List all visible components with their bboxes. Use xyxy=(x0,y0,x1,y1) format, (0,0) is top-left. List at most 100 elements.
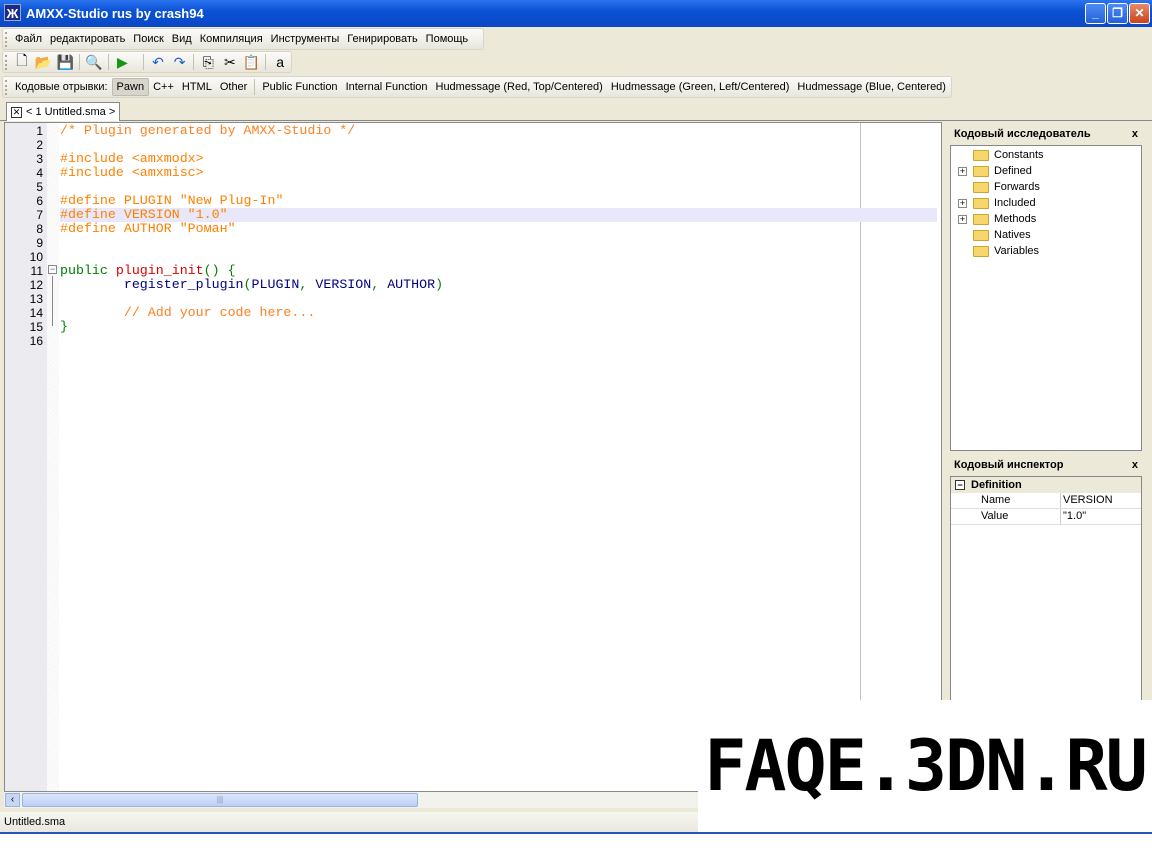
code-token: register_plugin xyxy=(60,277,244,292)
code-line[interactable]: 10 xyxy=(5,250,941,264)
line-number: 2 xyxy=(36,138,43,152)
code-editor[interactable]: − 1/* Plugin generated by AMXX-Studio */… xyxy=(4,122,942,792)
code-line[interactable]: 3 #include <amxmodx> xyxy=(5,152,941,167)
snippet-lang-other[interactable]: Other xyxy=(216,79,252,95)
line-number: 14 xyxy=(29,306,43,320)
redo-button[interactable]: ↷ xyxy=(170,52,190,72)
snippet-item[interactable]: Hudmessage (Red, Top/Centered) xyxy=(432,79,607,95)
close-explorer-icon[interactable]: x xyxy=(1132,128,1138,142)
tree-node-label: Variables xyxy=(994,245,1040,257)
code-line[interactable]: 5 xyxy=(5,180,941,194)
snippet-lang-cpp[interactable]: C++ xyxy=(149,79,178,95)
save-icon: 💾 xyxy=(56,53,74,70)
snippet-item[interactable]: Hudmessage (Blue, Centered) xyxy=(793,79,950,95)
line-code: /* Plugin generated by AMXX-Studio */ xyxy=(60,124,937,138)
property-value: "1.0" xyxy=(1063,510,1087,522)
menu-item[interactable]: Поиск xyxy=(129,33,167,45)
menu-item[interactable]: Генирировать xyxy=(343,33,421,45)
property-value: VERSION xyxy=(1063,494,1113,506)
code-line[interactable]: 11 public plugin_init() { xyxy=(5,263,941,279)
tree-node-label: Defined xyxy=(994,165,1032,177)
restore-button[interactable]: ❐ xyxy=(1107,3,1128,24)
code-line[interactable]: 16 xyxy=(5,334,941,348)
horizontal-scrollbar[interactable]: ‹ ||| xyxy=(4,792,698,808)
code-line[interactable]: 12 register_plugin(PLUGIN, VERSION, AUTH… xyxy=(5,277,941,293)
line-number: 13 xyxy=(29,292,43,306)
code-line[interactable]: 7 #define VERSION "1.0" xyxy=(5,208,941,222)
expand-icon[interactable]: + xyxy=(958,215,967,224)
collapse-icon[interactable]: − xyxy=(955,480,965,490)
close-inspector-icon[interactable]: x xyxy=(1132,459,1138,473)
snippet-item[interactable]: Public Function xyxy=(258,79,341,95)
grip-handle[interactable] xyxy=(5,80,8,95)
cut-button[interactable]: ✂ xyxy=(220,52,240,72)
scroll-thumb[interactable]: ||| xyxy=(22,793,418,807)
status-bar: Untitled.sma xyxy=(0,812,700,832)
snippet-item[interactable]: Hudmessage (Green, Left/Centered) xyxy=(607,79,794,95)
close-button[interactable]: ✕ xyxy=(1129,3,1150,24)
code-line[interactable]: 8 #define AUTHOR "Роман" xyxy=(5,222,941,237)
tab-label: < 1 Untitled.sma > xyxy=(26,106,116,118)
separator xyxy=(107,54,109,70)
tree-node[interactable]: Variables xyxy=(951,243,1141,259)
undo-button[interactable]: ↶ xyxy=(148,52,168,72)
tree-node[interactable]: Natives xyxy=(951,227,1141,243)
snippet-item[interactable]: Internal Function xyxy=(342,79,432,95)
grip-handle[interactable] xyxy=(5,32,8,47)
menu-item[interactable]: Файл xyxy=(11,33,46,45)
scroll-left-icon[interactable]: ‹ xyxy=(5,793,20,807)
open-folder-button[interactable]: 📂 xyxy=(34,52,54,72)
code-line[interactable]: 2 xyxy=(5,138,941,152)
code-line[interactable]: 1 /* Plugin generated by AMXX-Studio */ xyxy=(5,124,941,139)
copy-button[interactable]: ⎘ xyxy=(198,52,218,72)
find-button[interactable]: 🔍 xyxy=(84,52,104,72)
status-filename: Untitled.sma xyxy=(4,816,66,828)
folder-icon xyxy=(973,149,989,161)
code-line[interactable]: 14 // Add your code here... xyxy=(5,306,941,321)
title-bar: Ж AMXX-Studio rus by crash94 _ ❐ ✕ xyxy=(0,0,1152,27)
separator xyxy=(193,54,195,70)
tree-node-label: Included xyxy=(994,197,1036,209)
minimize-button[interactable]: _ xyxy=(1085,3,1106,24)
close-tab-icon[interactable]: ✕ xyxy=(11,106,22,118)
menu-item[interactable]: Вид xyxy=(168,33,196,45)
snippet-lang-pawn[interactable]: Pawn xyxy=(111,78,150,96)
run-icon: ▶ xyxy=(116,53,128,70)
tree-node-label: Methods xyxy=(994,213,1037,225)
new-file-button[interactable]: 🗋 xyxy=(12,52,32,72)
tab-untitled[interactable]: ✕ < 1 Untitled.sma > xyxy=(6,102,121,121)
tab-bar: ✕ < 1 Untitled.sma > xyxy=(0,100,1152,121)
tree-node[interactable]: + Methods xyxy=(951,211,1141,227)
expand-icon[interactable]: + xyxy=(958,167,967,176)
paste-button[interactable]: 📋 xyxy=(242,52,262,72)
menu-item[interactable]: Помощь xyxy=(422,33,473,45)
tree-node[interactable]: + Included xyxy=(951,195,1141,211)
code-token: () { xyxy=(203,263,236,278)
grip-handle[interactable] xyxy=(5,55,8,70)
expand-icon[interactable]: + xyxy=(958,199,967,208)
tree-node[interactable]: + Defined xyxy=(951,163,1141,179)
code-line[interactable]: 4 #include <amxmisc> xyxy=(5,166,941,181)
inspector-row[interactable]: Value "1.0" xyxy=(951,509,1141,525)
save-button[interactable]: 💾 xyxy=(55,52,75,72)
snippet-lang-html[interactable]: HTML xyxy=(178,79,216,95)
code-line[interactable]: 13 xyxy=(5,292,941,306)
folder-icon xyxy=(973,181,989,193)
tree-node[interactable]: Forwards xyxy=(951,179,1141,195)
run-button[interactable]: ▶ xyxy=(113,52,133,72)
code-line[interactable]: 9 xyxy=(5,236,941,250)
tree-node[interactable]: Constants xyxy=(951,147,1141,163)
menu-item[interactable]: Инструменты xyxy=(267,33,344,45)
code-line[interactable]: 15} xyxy=(5,320,941,335)
code-line[interactable]: 6 #define PLUGIN "New Plug-In" xyxy=(5,194,941,209)
inspector-section[interactable]: − Definition xyxy=(951,477,1141,493)
code-token: #define VERSION "1.0" xyxy=(60,207,228,222)
inspector-header: Кодовый инспектор x xyxy=(950,456,1142,476)
select-all-button[interactable]: a xyxy=(270,52,290,72)
folder-icon xyxy=(973,229,989,241)
paste-icon: 📋 xyxy=(242,53,261,70)
menu-item[interactable]: Компиляция xyxy=(196,33,267,45)
inspector-row[interactable]: Name VERSION xyxy=(951,493,1141,509)
menu-item[interactable]: редактировать xyxy=(46,33,129,45)
